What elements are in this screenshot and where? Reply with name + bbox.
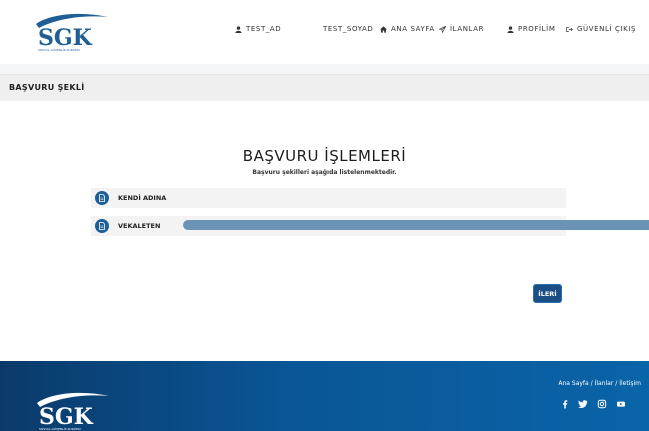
nav-listings-label: İLANLAR [450, 25, 485, 33]
nav-last-name-label: TEST_SOYAD [323, 25, 374, 33]
facebook-icon[interactable] [560, 399, 570, 409]
option-kendi-adina[interactable]: KENDİ ADINA [91, 188, 566, 208]
nav-home-label: ANA SAYFA [391, 25, 435, 33]
footer-links: Ana Sayfa / İlanlar / İletişim [558, 380, 641, 387]
next-button[interactable]: İLERİ [533, 284, 562, 303]
section-title-bar: BAŞVURU ŞEKLİ [0, 74, 649, 102]
paper-plane-icon [439, 25, 446, 33]
logo-subtext: SOSYAL GÜVENLİK KURUMU [38, 47, 80, 52]
footer-separator: / [615, 380, 618, 387]
footer-link-home[interactable]: Ana Sayfa [558, 380, 588, 387]
sgk-logo[interactable]: SGK SOSYAL GÜVENLİK KURUMU [30, 12, 110, 52]
sgk-footer-logo[interactable]: SGK SOSYAL GÜVENLİK KURUMU [31, 391, 111, 431]
nav-logout-label: GÜVENLİ ÇIKIŞ [577, 25, 637, 33]
page-subtitle: Başvuru şekilleri aşağıda listelenmekted… [252, 169, 397, 176]
nav-logout[interactable]: GÜVENLİ ÇIKIŞ [566, 25, 636, 33]
nav-profile[interactable]: PROFİLİM [507, 25, 556, 33]
nav-first-name-label: TEST_AD [246, 25, 282, 33]
nav-profile-label: PROFİLİM [518, 25, 556, 33]
nav-home[interactable]: ANA SAYFA [380, 25, 435, 33]
page-title: BAŞVURU İŞLEMLERİ [242, 147, 407, 165]
main-content: BAŞVURU İŞLEMLERİ Başvuru şekilleri aşağ… [0, 101, 649, 361]
document-icon [95, 191, 109, 205]
user-icon [507, 25, 514, 33]
youtube-icon[interactable] [616, 399, 626, 409]
footer-logo-subtext: SOSYAL GÜVENLİK KURUMU [39, 426, 81, 431]
option-label: VEKALETEN [118, 222, 161, 230]
home-icon [380, 25, 387, 33]
top-navigation-bar: SGK SOSYAL GÜVENLİK KURUMU TEST_AD TEST_… [0, 0, 649, 64]
footer: SGK SOSYAL GÜVENLİK KURUMU Ana Sayfa / İ… [0, 361, 649, 431]
section-title: BAŞVURU ŞEKLİ [9, 83, 85, 92]
nav-user-last-name[interactable]: TEST_SOYAD [323, 25, 373, 33]
footer-separator: / [590, 380, 593, 387]
nav-listings[interactable]: İLANLAR [439, 25, 484, 33]
twitter-icon[interactable] [578, 399, 588, 409]
instagram-icon[interactable] [597, 399, 607, 409]
browser-viewport: SGK SOSYAL GÜVENLİK KURUMU TEST_AD TEST_… [0, 0, 649, 431]
footer-link-listings[interactable]: İlanlar [595, 380, 614, 387]
footer-link-contact[interactable]: İletişim [619, 380, 641, 387]
option-label: KENDİ ADINA [118, 194, 167, 202]
selection-highlight[interactable] [183, 220, 649, 230]
sign-out-icon [566, 26, 573, 32]
nav-user-first-name[interactable]: TEST_AD [235, 25, 281, 33]
document-icon [95, 219, 109, 233]
user-icon [235, 25, 242, 33]
